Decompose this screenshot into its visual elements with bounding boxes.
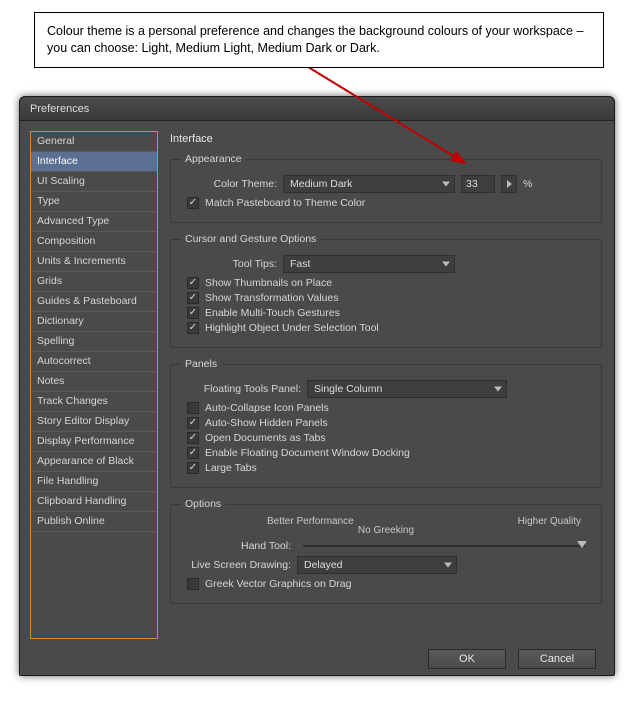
checkbox-option[interactable]: ✓Show Thumbnails on Place xyxy=(187,277,591,289)
checkbox-option[interactable]: ✓Enable Multi-Touch Gestures xyxy=(187,307,591,319)
step-right-button[interactable] xyxy=(501,175,517,193)
live-drawing-label: Live Screen Drawing: xyxy=(181,559,291,571)
color-theme-select[interactable]: Medium Dark xyxy=(283,175,455,193)
checkbox-icon: ✓ xyxy=(187,417,199,429)
sidebar-item[interactable]: Notes xyxy=(31,372,157,392)
sidebar-item[interactable]: Composition xyxy=(31,232,157,252)
caret-right-icon xyxy=(507,180,512,188)
panels-legend: Panels xyxy=(181,358,221,370)
chevron-down-icon xyxy=(442,262,450,267)
match-pasteboard-checkbox[interactable]: ✓ Match Pasteboard to Theme Color xyxy=(187,197,591,209)
checkbox-icon xyxy=(187,402,199,414)
appearance-group: Appearance Color Theme: Medium Dark 33 % xyxy=(170,153,602,223)
checkbox-icon: ✓ xyxy=(187,322,199,334)
preferences-dialog: Preferences GeneralInterfaceUI ScalingTy… xyxy=(19,96,615,676)
cancel-button[interactable]: Cancel xyxy=(518,649,596,669)
sidebar-item[interactable]: Guides & Pasteboard xyxy=(31,292,157,312)
checkbox-option[interactable]: Auto-Collapse Icon Panels xyxy=(187,402,591,414)
sidebar-item[interactable]: File Handling xyxy=(31,472,157,492)
panels-group: Panels Floating Tools Panel: Single Colu… xyxy=(170,358,602,488)
cursor-legend: Cursor and Gesture Options xyxy=(181,233,320,245)
hand-tool-label: Hand Tool: xyxy=(181,540,291,552)
sidebar-item[interactable]: Appearance of Black xyxy=(31,452,157,472)
sidebar-item[interactable]: Story Editor Display xyxy=(31,412,157,432)
sidebar-item[interactable]: Publish Online xyxy=(31,512,157,532)
sidebar-item[interactable]: General xyxy=(31,132,157,152)
checkbox-icon: ✓ xyxy=(187,462,199,474)
sidebar-item[interactable]: Clipboard Handling xyxy=(31,492,157,512)
cursor-group: Cursor and Gesture Options Tool Tips: Fa… xyxy=(170,233,602,348)
sidebar-item[interactable]: Autocorrect xyxy=(31,352,157,372)
theme-brightness-field[interactable]: 33 xyxy=(461,175,495,193)
chevron-down-icon xyxy=(442,182,450,187)
sidebar-item[interactable]: Grids xyxy=(31,272,157,292)
checkbox-option[interactable]: ✓Auto-Show Hidden Panels xyxy=(187,417,591,429)
checkbox-option[interactable]: ✓Highlight Object Under Selection Tool xyxy=(187,322,591,334)
sidebar-item[interactable]: Spelling xyxy=(31,332,157,352)
checkbox-option[interactable]: ✓Open Documents as Tabs xyxy=(187,432,591,444)
sidebar-item[interactable]: Dictionary xyxy=(31,312,157,332)
options-legend: Options xyxy=(181,498,225,510)
color-theme-label: Color Theme: xyxy=(181,178,277,190)
checkbox-option[interactable]: ✓Enable Floating Document Window Docking xyxy=(187,447,591,459)
options-group: Options Better Performance Higher Qualit… xyxy=(170,498,602,604)
ok-button[interactable]: OK xyxy=(428,649,506,669)
dialog-footer: OK Cancel xyxy=(30,645,604,669)
tooltips-label: Tool Tips: xyxy=(181,258,277,270)
sidebar-item[interactable]: Units & Increments xyxy=(31,252,157,272)
category-sidebar: GeneralInterfaceUI ScalingTypeAdvanced T… xyxy=(30,131,158,639)
sidebar-item[interactable]: Advanced Type xyxy=(31,212,157,232)
sidebar-item[interactable]: Interface xyxy=(31,152,157,172)
slider-thumb-icon xyxy=(577,541,587,548)
sidebar-item[interactable]: UI Scaling xyxy=(31,172,157,192)
checkbox-icon: ✓ xyxy=(187,307,199,319)
live-drawing-select[interactable]: Delayed xyxy=(297,556,457,574)
hand-tool-slider[interactable] xyxy=(303,545,585,547)
perf-right-label: Higher Quality xyxy=(518,516,581,527)
checkbox-icon: ✓ xyxy=(187,277,199,289)
sidebar-item[interactable]: Type xyxy=(31,192,157,212)
checkbox-icon: ✓ xyxy=(187,197,199,209)
chevron-down-icon xyxy=(494,387,502,392)
dialog-title: Preferences xyxy=(30,103,89,115)
floating-panel-label: Floating Tools Panel: xyxy=(181,383,301,395)
checkbox-icon: ✓ xyxy=(187,447,199,459)
annotation-callout: Colour theme is a personal preference an… xyxy=(34,12,604,68)
checkbox-icon xyxy=(187,578,199,590)
greek-vector-checkbox[interactable]: Greek Vector Graphics on Drag xyxy=(187,578,591,590)
perf-left-label: Better Performance xyxy=(267,516,354,527)
titlebar: Preferences xyxy=(20,97,614,121)
sidebar-item[interactable]: Display Performance xyxy=(31,432,157,452)
chevron-down-icon xyxy=(444,563,452,568)
sidebar-item[interactable]: Track Changes xyxy=(31,392,157,412)
checkbox-option[interactable]: ✓Large Tabs xyxy=(187,462,591,474)
appearance-legend: Appearance xyxy=(181,153,246,165)
checkbox-option[interactable]: ✓Show Transformation Values xyxy=(187,292,591,304)
checkbox-icon: ✓ xyxy=(187,432,199,444)
checkbox-icon: ✓ xyxy=(187,292,199,304)
percent-label: % xyxy=(523,178,532,190)
panel-title: Interface xyxy=(170,133,604,145)
floating-panel-select[interactable]: Single Column xyxy=(307,380,507,398)
main-panel: Interface Appearance Color Theme: Medium… xyxy=(168,131,604,639)
tooltips-select[interactable]: Fast xyxy=(283,255,455,273)
